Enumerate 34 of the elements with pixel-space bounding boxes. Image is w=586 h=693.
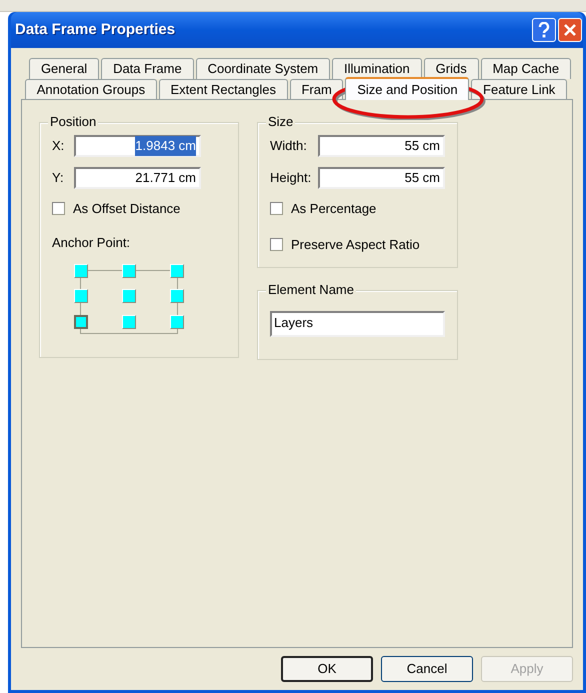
tab[interactable]: Illumination <box>332 58 422 79</box>
tab[interactable]: Feature Link <box>471 79 568 100</box>
checkbox[interactable] <box>270 202 283 216</box>
checkbox-label: As Percentage <box>291 200 376 218</box>
tab[interactable]: General <box>29 58 100 79</box>
checkbox-label: Preserve Aspect Ratio <box>291 236 420 254</box>
field-label: X: <box>52 137 66 156</box>
checkbox[interactable] <box>270 238 283 251</box>
field-label: Y: <box>52 169 65 188</box>
tab[interactable]: Size and Position <box>345 77 470 100</box>
field-label: Height: <box>270 169 312 188</box>
input-field[interactable]: Layers <box>270 311 445 337</box>
field-label: Width: <box>270 137 308 156</box>
tab[interactable]: Annotation Groups <box>25 79 157 100</box>
input-field[interactable]: 55 cm <box>318 167 445 189</box>
help-button[interactable] <box>532 18 556 42</box>
tab[interactable]: Extent Rectangles <box>158 79 288 100</box>
tab[interactable]: Coordinate System <box>196 58 330 79</box>
input-field[interactable]: 21.771 cm <box>74 167 201 189</box>
tab[interactable]: Data Frame <box>101 58 194 79</box>
close-icon <box>563 23 577 37</box>
window-title: Data Frame Properties <box>15 20 176 40</box>
checkbox[interactable] <box>52 202 65 216</box>
dialog-button[interactable]: Cancel <box>381 656 473 682</box>
question-mark-icon <box>538 22 550 38</box>
checkbox-label: As Offset Distance <box>73 200 180 218</box>
anchor-label: Anchor Point: <box>52 234 132 252</box>
close-button[interactable] <box>558 18 582 42</box>
tab[interactable]: Grids <box>424 58 479 79</box>
input-field[interactable]: 1.9843 cm <box>74 135 201 157</box>
tab[interactable]: Map Cache <box>480 58 572 79</box>
dialog-button[interactable]: OK <box>281 656 373 682</box>
anchor-point-handle[interactable] <box>74 314 88 329</box>
input-field[interactable]: 55 cm <box>318 135 445 157</box>
